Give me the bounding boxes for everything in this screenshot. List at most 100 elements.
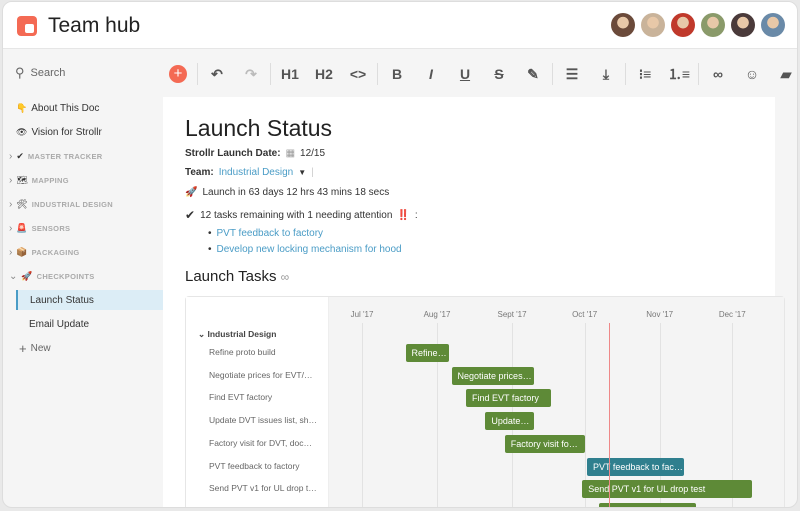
list-item: • Develop new locking mechanism for hood: [208, 244, 402, 255]
gantt-task-name[interactable]: Negotiate prices for EVT/…: [209, 370, 312, 380]
italic-icon[interactable]: I: [414, 66, 448, 82]
sidebar-item-packaging[interactable]: › 📦 PACKAGING: [3, 242, 163, 262]
bulleted-list-icon[interactable]: ⁝≡: [628, 66, 662, 83]
redo-icon[interactable]: ↷: [234, 66, 268, 83]
app-window: Team hub ⚲ Search + ↶ ↷ H1 H2 <> B I U S…: [2, 1, 798, 508]
sidebar-item-sensors[interactable]: › 🚨 SENSORS: [3, 218, 163, 238]
emoji-icon: 👁: [16, 126, 28, 137]
gantt-task-list: ⌄ Industrial Design Refine proto build Ne…: [186, 297, 329, 507]
gantt-task-name[interactable]: PVT feedback to factory: [209, 461, 300, 471]
attention-icon: ‼️: [397, 209, 410, 221]
emoji-icon: 🚀: [21, 270, 33, 281]
emoji-icon: ✔: [16, 150, 24, 161]
gantt-bar[interactable]: [599, 502, 696, 507]
chevron-icon[interactable]: ›: [9, 199, 12, 210]
add-icon[interactable]: +: [169, 65, 187, 83]
sidebar-item-about-this-doc[interactable]: 👇 About This Doc: [3, 98, 163, 118]
link-icon[interactable]: ∞: [281, 270, 290, 284]
sidebar-item-label: INDUSTRIAL DESIGN: [31, 199, 113, 209]
task-link[interactable]: PVT feedback to factory: [217, 228, 324, 239]
new-label: New: [30, 342, 51, 354]
comment-icon[interactable]: ▰: [769, 66, 797, 83]
gantt-task-name[interactable]: Send PVT v1 for UL drop t…: [209, 483, 317, 493]
sidebar-item-master-tracker[interactable]: › ✔ MASTER TRACKER: [3, 146, 163, 166]
team-label: Team:: [185, 167, 214, 178]
search-icon: ⚲: [15, 65, 25, 80]
chevron-icon[interactable]: ›: [9, 175, 12, 186]
gantt-bar[interactable]: PVT feedback to fac…: [587, 457, 684, 476]
avatar[interactable]: [701, 13, 725, 37]
sidebar-item-label: SENSORS: [31, 223, 71, 233]
emoji-icon: 🚨: [16, 222, 28, 233]
gantt-bar[interactable]: Refine…: [405, 344, 450, 362]
bold-icon[interactable]: B: [380, 66, 414, 82]
gantt-task-name[interactable]: Refine proto build: [209, 347, 276, 357]
sidebar-item-label: Launch Status: [30, 294, 94, 306]
avatar[interactable]: [761, 13, 785, 37]
gantt-group[interactable]: ⌄ Industrial Design: [198, 329, 276, 340]
underline-icon[interactable]: U: [448, 66, 482, 82]
highlight-icon[interactable]: ✎: [516, 66, 550, 83]
sidebar-item-label: Vision for Strollr: [31, 126, 102, 138]
chevron-icon[interactable]: ›: [9, 247, 12, 258]
team-select[interactable]: Industrial Design: [219, 167, 293, 178]
heading-1-icon[interactable]: H1: [273, 66, 307, 82]
task-link[interactable]: Develop new locking mechanism for hood: [217, 244, 402, 255]
emoji-icon: 📦: [16, 246, 28, 257]
emoji-icon: 🗺: [16, 174, 28, 185]
gantt-group-label: Industrial Design: [207, 329, 277, 339]
new-page-button[interactable]: + New: [3, 338, 163, 358]
sidebar-item-email-update[interactable]: Email Update: [3, 314, 163, 334]
tasks-summary-row: ✔ 12 tasks remaining with 1 needing atte…: [185, 208, 418, 222]
sidebar-item-mapping[interactable]: › 🗺 MAPPING: [3, 170, 163, 190]
chevron-icon[interactable]: ›: [9, 223, 12, 234]
month-gridline: [362, 323, 363, 507]
plus-icon: +: [19, 340, 27, 356]
code-icon[interactable]: <>: [341, 66, 375, 82]
avatar[interactable]: [641, 13, 665, 37]
gantt-chart: ⌄ Industrial Design Refine proto build Ne…: [185, 296, 785, 507]
numbered-list-icon[interactable]: ⒈≡: [662, 64, 696, 84]
gantt-bar[interactable]: Factory visit fo…: [504, 434, 585, 453]
colon: :: [414, 209, 418, 221]
gantt-bar[interactable]: Send PVT v1 for UL drop test: [582, 480, 752, 499]
countdown-text: Launch in 63 days 12 hrs 43 mins 18 secs: [202, 187, 390, 198]
gantt-timeline: Jul '17 Aug '17 Sept '17 Oct '17 Nov '17 Dec …: [329, 297, 784, 507]
sidebar-item-label: MASTER TRACKER: [27, 151, 103, 161]
rocket-icon: 🚀: [185, 187, 198, 198]
gantt-bar[interactable]: Update…: [485, 412, 534, 431]
launch-date-label: Strollr Launch Date:: [185, 148, 281, 159]
checkmark-icon: ✔: [185, 208, 196, 222]
link-icon[interactable]: ∞: [701, 66, 735, 82]
align-bottom-icon[interactable]: ⤓: [589, 66, 623, 83]
heading-2-icon[interactable]: H2: [307, 66, 341, 82]
sidebar-item-checkpoints[interactable]: ⌄ 🚀 CHECKPOINTS: [3, 266, 163, 286]
sidebar-item-vision-for-strollr[interactable]: 👁 Vision for Strollr: [3, 122, 163, 142]
sidebar-item-launch-status[interactable]: Launch Status: [16, 290, 163, 310]
avatar[interactable]: [611, 13, 635, 37]
emoji-icon: 👇: [16, 102, 28, 113]
search-input[interactable]: ⚲ Search: [15, 65, 65, 81]
gantt-bar[interactable]: Find EVT factory: [466, 389, 551, 408]
chevron-down-icon[interactable]: ▼: [298, 168, 306, 177]
countdown-row: 🚀 Launch in 63 days 12 hrs 43 mins 18 se…: [185, 187, 389, 198]
sidebar: 👇 About This Doc 👁 Vision for Strollr › ✔ MAST…: [3, 98, 163, 362]
sidebar-item-label: MAPPING: [31, 175, 69, 185]
undo-icon[interactable]: ↶: [200, 66, 234, 83]
chevron-icon[interactable]: ›: [9, 151, 12, 162]
strikethrough-icon[interactable]: S: [482, 66, 516, 82]
app-logo-icon[interactable]: [17, 16, 37, 36]
chevron-icon[interactable]: ⌄: [9, 271, 17, 282]
align-left-icon[interactable]: ☰: [555, 66, 589, 83]
gantt-task-name[interactable]: Factory visit for DVT, doc…: [209, 438, 312, 448]
gantt-task-name[interactable]: Find EVT factory: [209, 392, 272, 402]
sidebar-item-industrial-design[interactable]: › 🛠 INDUSTRIAL DESIGN: [3, 194, 163, 214]
launch-date-value[interactable]: 12/15: [300, 148, 325, 159]
gantt-bar[interactable]: Negotiate prices…: [451, 366, 534, 385]
emoji-icon[interactable]: ☺: [735, 66, 769, 82]
section-title: Launch Tasks: [185, 268, 277, 285]
avatar[interactable]: [731, 13, 755, 37]
avatar[interactable]: [671, 13, 695, 37]
gantt-task-name[interactable]: Update DVT issues list, sh…: [209, 415, 317, 425]
section-heading: Launch Tasks ∞: [185, 268, 289, 285]
